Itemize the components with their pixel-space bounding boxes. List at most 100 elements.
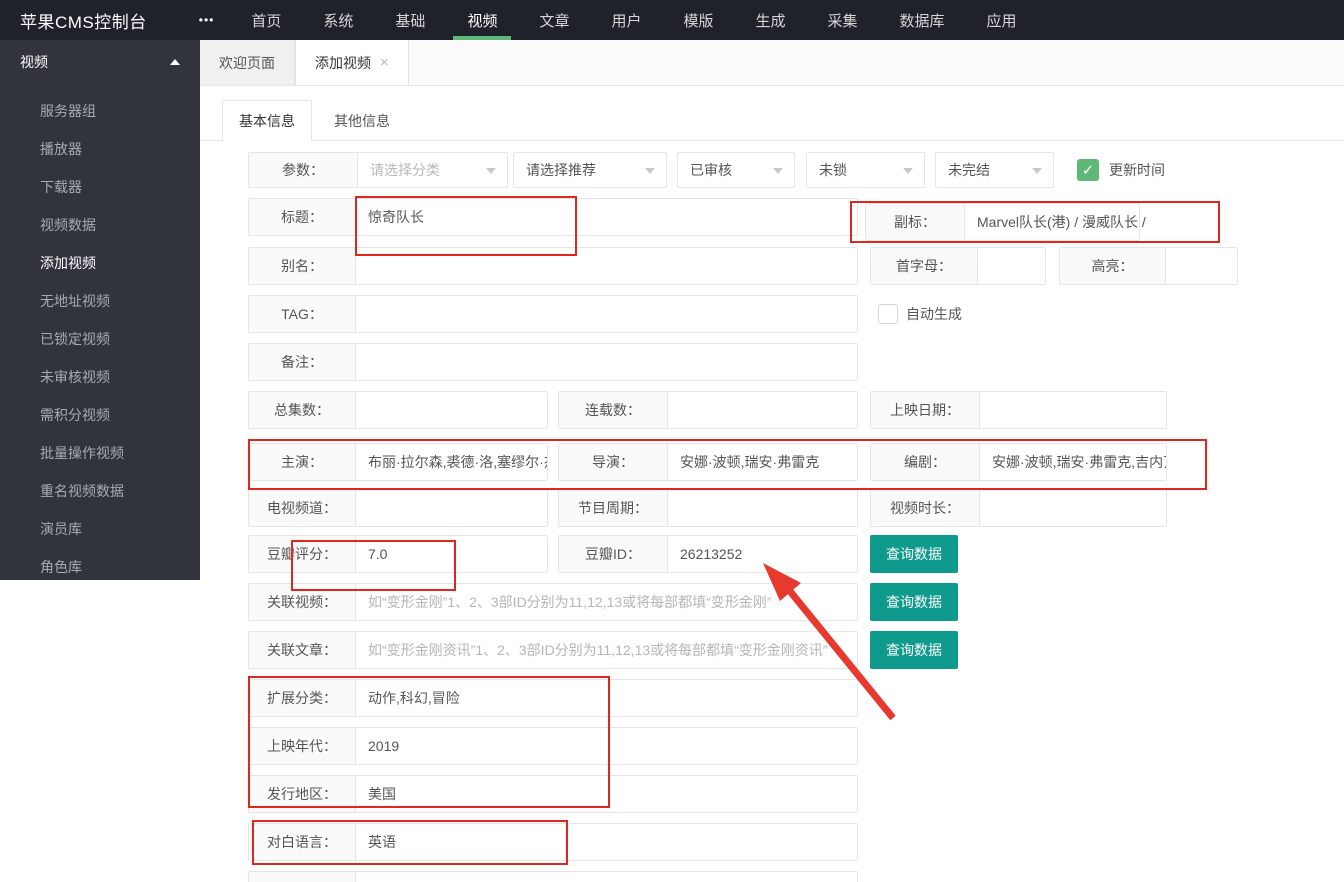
release-year-input[interactable]: 2019 <box>356 727 858 765</box>
next-row-input[interactable] <box>356 871 858 882</box>
title-input[interactable]: 惊奇队长 <box>356 198 858 236</box>
douban-score-label: 豆瓣评分： <box>248 535 356 573</box>
highlight-input[interactable] <box>1166 247 1238 285</box>
nav-item-database[interactable]: 数据库 <box>879 0 966 40</box>
initial-label: 首字母： <box>870 247 978 285</box>
alias-input[interactable] <box>356 247 858 285</box>
collapse-arrow-icon <box>170 59 180 65</box>
serial-number-input[interactable] <box>668 391 858 429</box>
nav-item-basic[interactable]: 基础 <box>374 0 446 40</box>
finish-status-select[interactable]: 未完结 <box>935 152 1054 188</box>
chevron-down-icon <box>773 168 783 174</box>
release-year-label: 上映年代： <box>248 727 356 765</box>
nav-item-user[interactable]: 用户 <box>590 0 662 40</box>
starring-input[interactable]: 布丽·拉尔森,裘德·洛,塞缪尔·杰 <box>356 443 548 481</box>
related-video-input[interactable]: 如“变形金刚”1、2、3部ID分别为11,12,13或将每部都填“变形金刚” <box>356 583 858 621</box>
audit-status-value: 已审核 <box>690 160 732 180</box>
sidebar-item-downloader[interactable]: 下载器 <box>0 168 200 206</box>
recommend-select[interactable]: 请选择推荐 <box>513 152 667 188</box>
related-video-query-button[interactable]: 查询数据 <box>870 583 958 621</box>
nav-item-system[interactable]: 系统 <box>302 0 374 40</box>
form-tab-other-info[interactable]: 其他信息 <box>312 100 412 141</box>
total-episodes-input[interactable] <box>356 391 548 429</box>
remarks-input[interactable] <box>356 343 858 381</box>
chevron-down-icon <box>903 168 913 174</box>
sidebar-menu: 服务器组 播放器 下载器 视频数据 添加视频 无地址视频 已锁定视频 未审核视频… <box>0 84 200 586</box>
update-time-label: 更新时间 <box>1109 152 1165 188</box>
app-title: 苹果CMS控制台 <box>20 8 147 33</box>
lock-status-select[interactable]: 未锁 <box>806 152 925 188</box>
writer-label: 编剧： <box>870 443 980 481</box>
sidebar: 视频 服务器组 播放器 下载器 视频数据 添加视频 无地址视频 已锁定视频 未审… <box>0 40 200 580</box>
duration-input[interactable] <box>980 489 1167 527</box>
total-episodes-label: 总集数： <box>248 391 356 429</box>
release-region-input[interactable]: 美国 <box>356 775 858 813</box>
ext-category-label: 扩展分类： <box>248 679 356 717</box>
more-menu-icon[interactable]: ••• <box>199 13 215 27</box>
nav-item-template[interactable]: 模版 <box>662 0 734 40</box>
update-time-checkbox[interactable] <box>1077 159 1099 181</box>
subtitle-input[interactable]: Marvel队长(港) / 漫威队长 / <box>965 203 1140 241</box>
sidebar-item-server-group[interactable]: 服务器组 <box>0 92 200 130</box>
alias-label: 别名： <box>248 247 356 285</box>
form-tab-basic-info[interactable]: 基本信息 <box>222 100 312 141</box>
auto-generate-label: 自动生成 <box>906 295 962 333</box>
sidebar-item-player[interactable]: 播放器 <box>0 130 200 168</box>
sidebar-item-video-data[interactable]: 视频数据 <box>0 206 200 244</box>
auto-generate-checkbox[interactable] <box>878 304 898 324</box>
sidebar-group-video[interactable]: 视频 <box>0 40 200 84</box>
sidebar-item-role-library[interactable]: 角色库 <box>0 548 200 586</box>
nav-item-collect[interactable]: 采集 <box>807 0 879 40</box>
program-cycle-label: 节目周期： <box>558 489 668 527</box>
form-tab-divider <box>200 140 1344 141</box>
initial-input[interactable] <box>978 247 1046 285</box>
release-date-label: 上映日期： <box>870 391 980 429</box>
dialogue-language-label: 对白语言： <box>248 823 356 861</box>
sidebar-item-points-video[interactable]: 需积分视频 <box>0 396 200 434</box>
program-cycle-input[interactable] <box>668 489 858 527</box>
douban-id-input[interactable]: 26213252 <box>668 535 858 573</box>
tab-add-video[interactable]: 添加视频 <box>295 40 409 85</box>
tv-channel-input[interactable] <box>356 489 548 527</box>
writer-input[interactable]: 安娜·波顿,瑞安·弗雷克,吉内瓦 <box>980 443 1167 481</box>
topbar: 苹果CMS控制台 ••• 首页 系统 基础 视频 文章 用户 模版 生成 采集 … <box>0 0 1344 40</box>
nav-item-generate[interactable]: 生成 <box>735 0 807 40</box>
starring-label: 主演： <box>248 443 356 481</box>
tab-welcome-label: 欢迎页面 <box>219 53 275 73</box>
chevron-down-icon <box>486 168 496 174</box>
app-window: 苹果CMS控制台 ••• 首页 系统 基础 视频 文章 用户 模版 生成 采集 … <box>0 0 1344 882</box>
audit-status-select[interactable]: 已审核 <box>677 152 795 188</box>
dialogue-language-input[interactable]: 英语 <box>356 823 858 861</box>
sidebar-item-locked-video[interactable]: 已锁定视频 <box>0 320 200 358</box>
finish-status-value: 未完结 <box>948 160 990 180</box>
director-label: 导演： <box>558 443 668 481</box>
nav-item-app[interactable]: 应用 <box>966 0 1038 40</box>
sidebar-item-no-address-video[interactable]: 无地址视频 <box>0 282 200 320</box>
category-select-value: 请选择分类 <box>370 160 440 180</box>
nav-item-home[interactable]: 首页 <box>230 0 302 40</box>
related-article-input[interactable]: 如“变形金刚资讯”1、2、3部ID分别为11,12,13或将每部都填“变形金刚资… <box>356 631 858 669</box>
related-article-query-button[interactable]: 查询数据 <box>870 631 958 669</box>
tab-welcome-page[interactable]: 欢迎页面 <box>200 40 295 85</box>
ext-category-input[interactable]: 动作,科幻,冒险 <box>356 679 858 717</box>
sidebar-item-duplicate-video-data[interactable]: 重名视频数据 <box>0 472 200 510</box>
release-date-input[interactable] <box>980 391 1167 429</box>
douban-query-button[interactable]: 查询数据 <box>870 535 958 573</box>
nav-item-video[interactable]: 视频 <box>446 0 518 40</box>
director-input[interactable]: 安娜·波顿,瑞安·弗雷克 <box>668 443 858 481</box>
douban-id-label: 豆瓣ID： <box>558 535 668 573</box>
sidebar-item-add-video[interactable]: 添加视频 <box>0 244 200 282</box>
sidebar-item-actor-library[interactable]: 演员库 <box>0 510 200 548</box>
next-row-label <box>248 871 356 882</box>
tag-input[interactable] <box>356 295 858 333</box>
title-label: 标题： <box>248 198 356 236</box>
nav-item-article[interactable]: 文章 <box>518 0 590 40</box>
sidebar-item-unaudited-video[interactable]: 未审核视频 <box>0 358 200 396</box>
close-icon[interactable] <box>380 55 389 70</box>
sidebar-item-batch-operation-video[interactable]: 批量操作视频 <box>0 434 200 472</box>
main-nav: 首页 系统 基础 视频 文章 用户 模版 生成 采集 数据库 应用 <box>230 0 1037 40</box>
tab-add-video-label: 添加视频 <box>315 53 371 73</box>
highlight-label: 高亮： <box>1059 247 1166 285</box>
douban-score-input[interactable]: 7.0 <box>356 535 548 573</box>
category-select[interactable]: 请选择分类 <box>358 152 508 188</box>
